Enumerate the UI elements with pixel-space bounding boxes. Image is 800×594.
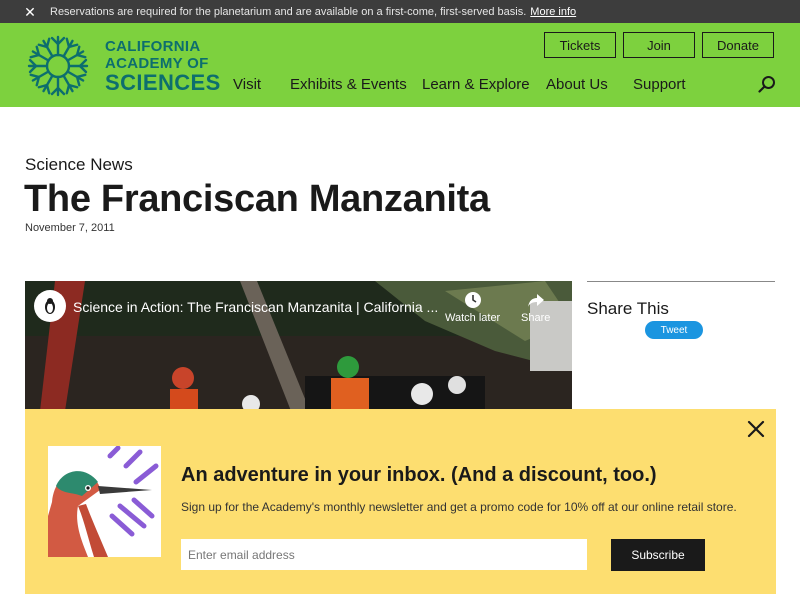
- logo-line-2: ACADEMY OF: [105, 54, 209, 72]
- search-icon[interactable]: [758, 75, 776, 93]
- share-panel: Share This Tweet: [587, 281, 775, 339]
- page-title: The Franciscan Manzanita: [24, 178, 490, 220]
- channel-avatar[interactable]: [34, 290, 66, 322]
- nav-item-support[interactable]: Support: [633, 76, 686, 93]
- share-label: Share This: [587, 299, 669, 318]
- video-share-button[interactable]: Share: [521, 291, 550, 324]
- nav-item-about-us[interactable]: About Us: [546, 76, 608, 93]
- tickets-button[interactable]: Tickets: [544, 32, 616, 58]
- tweet-label: Tweet: [660, 324, 688, 336]
- newsletter-headline: An adventure in your inbox. (And a disco…: [181, 464, 657, 486]
- logo-line-1: CALIFORNIA: [105, 37, 201, 55]
- site-header: CALIFORNIA ACADEMY OF SCIENCES Tickets J…: [0, 23, 800, 107]
- alert-message: Reservations are required for the planet…: [50, 5, 527, 18]
- penguin-icon: [45, 298, 55, 314]
- watch-later-label: Watch later: [445, 312, 501, 324]
- video-title[interactable]: Science in Action: The Franciscan Manzan…: [73, 299, 438, 315]
- share-arrow-icon: [527, 294, 544, 307]
- newsletter-modal: An adventure in your inbox. (And a disco…: [25, 409, 776, 594]
- join-button[interactable]: Join: [623, 32, 695, 58]
- close-icon[interactable]: ✕: [22, 5, 38, 19]
- video-player[interactable]: Science in Action: The Franciscan Manzan…: [25, 281, 572, 411]
- bird-illustration: [48, 446, 161, 557]
- email-field[interactable]: [181, 539, 587, 570]
- article-eyebrow[interactable]: Science News: [25, 155, 133, 175]
- newsletter-subtext: Sign up for the Academy's monthly newsle…: [181, 500, 737, 514]
- nav-item-exhibits-events[interactable]: Exhibits & Events: [290, 76, 407, 93]
- donate-button[interactable]: Donate: [702, 32, 774, 58]
- article-date: November 7, 2011: [25, 222, 115, 234]
- clock-icon: [464, 292, 481, 308]
- more-info-link[interactable]: More info: [530, 6, 576, 18]
- nav-item-learn-explore[interactable]: Learn & Explore: [422, 76, 530, 93]
- video-share-label: Share: [521, 312, 551, 324]
- alert-bar: ✕ Reservations are required for the plan…: [0, 0, 800, 23]
- watch-later-button[interactable]: Watch later: [445, 291, 500, 324]
- tweet-button[interactable]: Tweet: [645, 321, 703, 339]
- nav-item-visit[interactable]: Visit: [233, 76, 261, 93]
- main-nav: Visit Exhibits & Events Learn & Explore …: [0, 76, 800, 96]
- close-icon[interactable]: [747, 420, 765, 438]
- bird-icon: [48, 446, 159, 557]
- subscribe-button[interactable]: Subscribe: [611, 539, 705, 571]
